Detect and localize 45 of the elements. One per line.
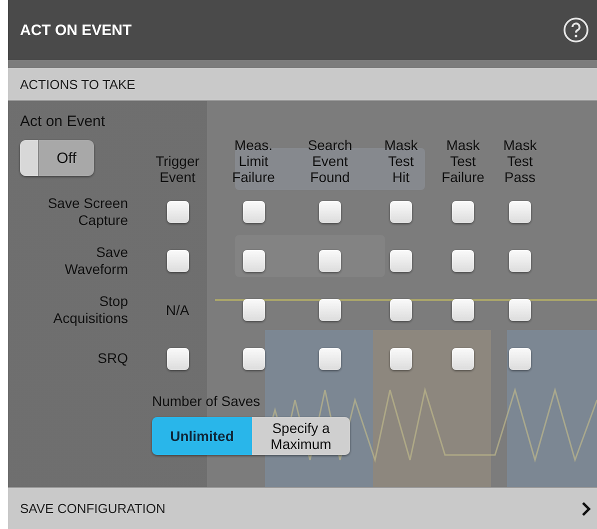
toggle-switch[interactable]: Off	[20, 140, 94, 176]
checkbox[interactable]	[319, 250, 341, 272]
row-label: Save Waveform	[64, 242, 129, 278]
segment-button[interactable]: Specify a Maximum	[252, 417, 350, 455]
column-header: Meas. Limit Failure	[231, 136, 276, 187]
checkbox[interactable]	[242, 298, 264, 320]
window-title: ACT ON EVENT	[20, 22, 132, 38]
checkbox[interactable]	[509, 298, 531, 320]
checkbox[interactable]	[390, 298, 412, 320]
checkbox[interactable]	[509, 250, 531, 272]
row-label: SRQ	[96, 349, 129, 368]
footer-title: SAVE CONFIGURATION	[20, 501, 166, 516]
checkbox[interactable]	[452, 200, 474, 222]
footer-bar[interactable]: SAVE CONFIGURATION	[8, 487, 597, 529]
row-label: Save Screen Capture	[46, 194, 129, 230]
checkbox[interactable]	[242, 200, 264, 222]
not-applicable-text: N/A	[166, 302, 190, 318]
number-of-saves-label: Number of Saves	[152, 393, 260, 409]
column-header: Mask Test Failure	[440, 136, 486, 187]
segment-button[interactable]: Unlimited	[152, 417, 252, 455]
help-icon[interactable]	[563, 17, 589, 43]
row-label: Stop Acquisitions	[52, 292, 129, 328]
checkbox[interactable]	[452, 348, 474, 370]
checkbox[interactable]	[452, 298, 474, 320]
checkbox[interactable]	[390, 348, 412, 370]
checkbox[interactable]	[509, 348, 531, 370]
checkbox[interactable]	[242, 250, 264, 272]
section-header: ACTIONS TO TAKE	[8, 68, 597, 101]
checkbox[interactable]	[509, 200, 531, 222]
checkbox[interactable]	[319, 348, 341, 370]
checkbox[interactable]	[390, 250, 412, 272]
checkbox[interactable]	[166, 200, 188, 222]
checkbox[interactable]	[242, 348, 264, 370]
chevron-right-icon	[581, 500, 591, 516]
checkbox[interactable]	[390, 200, 412, 222]
checkbox[interactable]	[452, 250, 474, 272]
checkbox[interactable]	[166, 348, 188, 370]
column-header: Mask Test Hit	[383, 136, 419, 187]
checkbox[interactable]	[319, 298, 341, 320]
column-header: Search Event Found	[306, 136, 354, 187]
column-header: Mask Test Pass	[502, 136, 538, 187]
column-header: Trigger Event	[154, 152, 200, 187]
checkbox[interactable]	[319, 200, 341, 222]
act-on-event-label: Act on Event	[20, 113, 106, 130]
checkbox[interactable]	[166, 250, 188, 272]
